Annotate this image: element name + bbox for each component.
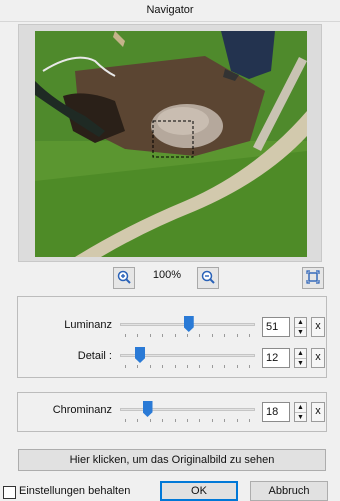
slider-tick: [211, 334, 213, 337]
slider-tick: [125, 365, 126, 368]
slider-tick: [162, 419, 164, 422]
chrominanz-reset-button[interactable]: x: [311, 402, 325, 422]
slider-tick: [125, 334, 126, 337]
slider-tick: [249, 419, 250, 422]
slider-tick: [249, 365, 250, 368]
slider-tick: [224, 365, 226, 368]
slider-tick: [249, 334, 250, 337]
ok-button[interactable]: OK: [160, 481, 238, 501]
chrominanz-slider-track[interactable]: [120, 408, 255, 411]
slider-tick: [211, 365, 213, 368]
zoom-in-icon: [117, 270, 131, 287]
chrominanz-spinner[interactable]: ▲ ▼: [294, 402, 307, 422]
chrominanz-ticks: [125, 419, 250, 423]
slider-tick: [162, 365, 164, 368]
luminanz-value-field[interactable]: 51: [262, 317, 290, 337]
slider-tick: [224, 419, 226, 422]
spin-up-icon[interactable]: ▲: [295, 403, 306, 412]
slider-tick: [236, 334, 238, 337]
slider-tick: [174, 419, 176, 422]
luminanz-ticks: [125, 334, 250, 338]
luminanz-spinner[interactable]: ▲ ▼: [294, 317, 307, 337]
show-original-button[interactable]: Hier klicken, um das Originalbild zu seh…: [18, 449, 326, 471]
slider-tick: [199, 334, 201, 337]
slider-tick: [199, 419, 201, 422]
zoom-level: 100%: [152, 269, 182, 281]
slider-tick: [174, 334, 176, 337]
slider-tick: [149, 334, 151, 337]
slider-tick: [211, 419, 213, 422]
slider-tick: [236, 419, 238, 422]
slider-tick: [137, 334, 139, 337]
spin-down-icon[interactable]: ▼: [295, 358, 306, 367]
slider-tick: [236, 365, 238, 368]
slider-tick: [137, 365, 139, 368]
detail-ticks: [125, 365, 250, 369]
zoom-out-button[interactable]: [197, 267, 219, 289]
slider-tick: [162, 334, 164, 337]
cancel-button[interactable]: Abbruch: [250, 481, 328, 501]
spin-up-icon[interactable]: ▲: [295, 349, 306, 358]
slider-tick: [199, 365, 201, 368]
detail-value-field[interactable]: 12: [262, 348, 290, 368]
luminanz-label: Luminanz: [64, 319, 112, 331]
slider-tick: [187, 334, 188, 337]
keep-settings-label[interactable]: Einstellungen behalten: [19, 485, 130, 497]
slider-tick: [224, 334, 226, 337]
zoom-out-icon: [201, 270, 215, 287]
fit-to-window-icon: [306, 269, 320, 287]
fit-to-window-button[interactable]: [302, 267, 324, 289]
slider-tick: [149, 419, 151, 422]
spin-down-icon[interactable]: ▼: [295, 412, 306, 421]
luminanz-reset-button[interactable]: x: [311, 317, 325, 337]
slider-tick: [187, 419, 188, 422]
chrominanz-label: Chrominanz: [52, 404, 112, 416]
chrominanz-value-field[interactable]: 18: [262, 402, 290, 422]
slider-tick: [125, 419, 126, 422]
preview-image[interactable]: [35, 31, 307, 257]
spin-up-icon[interactable]: ▲: [295, 318, 306, 327]
detail-reset-button[interactable]: x: [311, 348, 325, 368]
slider-tick: [187, 365, 188, 368]
slider-tick: [174, 365, 176, 368]
slider-tick: [137, 419, 139, 422]
slider-tick: [149, 365, 151, 368]
keep-settings-checkbox[interactable]: [3, 486, 16, 499]
spin-down-icon[interactable]: ▼: [295, 327, 306, 336]
navigator-title: Navigator: [0, 0, 340, 22]
preview-frame: [18, 24, 322, 262]
zoom-in-button[interactable]: [113, 267, 135, 289]
detail-label: Detail :: [77, 350, 112, 362]
zoom-row: 100%: [0, 265, 340, 291]
detail-spinner[interactable]: ▲ ▼: [294, 348, 307, 368]
